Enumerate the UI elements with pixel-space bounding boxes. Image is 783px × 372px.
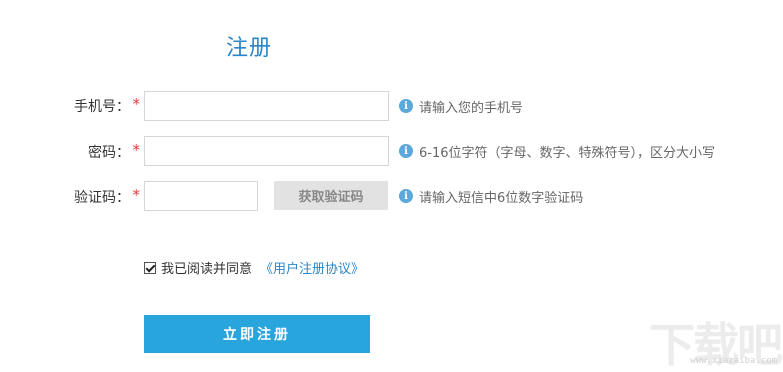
password-label: 密码： — [88, 145, 130, 161]
password-hint-text: 6-16位字符（字母、数字、特殊符号），区分大小写 — [419, 145, 716, 161]
agreement-row: 我已阅读并同意 《用户注册协议》 — [144, 258, 364, 277]
captcha-label-group: 验证码： * — [0, 181, 140, 211]
captcha-input[interactable] — [144, 181, 258, 211]
phone-hint: i 请输入您的手机号 — [399, 91, 523, 121]
register-button[interactable]: 立即注册 — [144, 315, 370, 353]
phone-label-group: 手机号： * — [0, 90, 140, 120]
captcha-hint: i 请输入短信中6位数字验证码 — [399, 181, 583, 211]
password-hint: i 6-16位字符（字母、数字、特殊符号），区分大小写 — [399, 136, 715, 166]
watermark-url: www.xiazaiba.com — [690, 356, 777, 366]
info-icon: i — [399, 144, 413, 158]
password-input[interactable] — [144, 136, 389, 166]
info-icon: i — [399, 189, 413, 203]
captcha-hint-text: 请输入短信中6位数字验证码 — [419, 190, 584, 206]
phone-label: 手机号： — [74, 99, 130, 115]
required-mark: * — [132, 186, 141, 204]
password-label-group: 密码： * — [0, 136, 140, 166]
info-icon: i — [399, 99, 413, 113]
agreement-checkbox[interactable] — [144, 261, 156, 274]
phone-hint-text: 请输入您的手机号 — [419, 100, 524, 116]
required-mark: * — [132, 141, 141, 159]
agreement-text: 我已阅读并同意 — [161, 262, 253, 277]
page-title: 注册 — [226, 36, 273, 61]
get-code-button[interactable]: 获取验证码 — [274, 181, 388, 210]
agreement-link[interactable]: 《用户注册协议》 — [260, 258, 364, 277]
required-mark: * — [132, 95, 141, 113]
captcha-label: 验证码： — [74, 190, 130, 206]
phone-input[interactable] — [144, 91, 389, 121]
